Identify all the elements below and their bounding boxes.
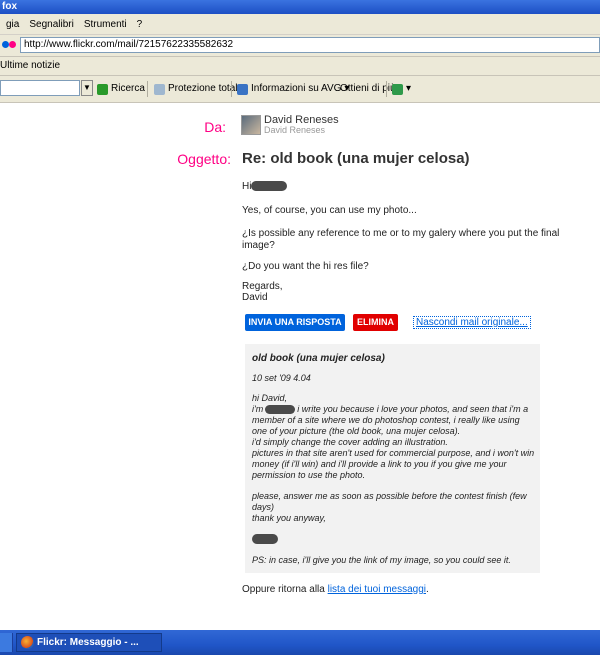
original-line-1: i'm i write you because i love your photo… (252, 404, 528, 415)
chevron-down-icon: ▾ (406, 83, 412, 94)
message-list-link[interactable]: lista dei tuoi messaggi (328, 584, 426, 595)
total-protection-button[interactable]: Protezione totale (154, 81, 243, 97)
original-signature (252, 533, 278, 544)
original-line-4: i'd simply change the cover adding an il… (252, 437, 448, 447)
original-line-7: permission to use the photo. (252, 470, 366, 480)
toolbar-search-input[interactable] (0, 80, 80, 96)
get-more-button[interactable]: Ottieni di più (340, 81, 396, 97)
toolbar-divider (147, 81, 148, 97)
menu-item-tools[interactable]: Strumenti (84, 19, 127, 30)
globe-icon (237, 83, 248, 95)
original-line-10: thank you anyway, (252, 513, 326, 523)
original-title: old book (una mujer celosa) (252, 353, 385, 364)
original-im: i'm (252, 404, 264, 414)
firefox-icon (21, 636, 34, 649)
shield-icon (154, 83, 165, 95)
greeting-text: Hi (242, 181, 252, 192)
menu-bar: gia Segnalibri Strumenti ? (0, 14, 600, 35)
get-more-label: Ottieni di più (340, 83, 396, 94)
avg-extra-button[interactable]: ▾ (392, 81, 411, 97)
original-line-6: money (if i'll win) and i'll provide a l… (252, 459, 507, 469)
taskbar-item-label: Flickr: Messaggio - ... (37, 637, 139, 648)
return-line: Oppure ritorna alla lista dei tuoi messa… (242, 584, 429, 595)
return-suffix: . (426, 584, 429, 595)
address-bar: http://www.flickr.com/mail/7215762233558… (0, 35, 600, 57)
window-title: fox (2, 1, 17, 12)
search-button[interactable]: Ricerca (97, 81, 145, 97)
avg-logo-icon (392, 83, 403, 95)
flickr-favicon-icon (2, 41, 16, 49)
original-l1: i write you because i love your photos, … (297, 404, 529, 414)
original-hi: hi David, (252, 393, 288, 403)
hide-original-link[interactable]: Nascondi mail originale... (413, 316, 531, 329)
subject-text: Re: old book (una mujer celosa) (242, 150, 470, 167)
search-button-label: Ricerca (111, 83, 145, 94)
reply-line-2a: ¿Is possible any reference to me or to m… (242, 228, 560, 239)
redacted-signature (252, 533, 278, 544)
avg-toolbar: ▼ Ricerca Protezione totale Informazioni… (0, 76, 600, 103)
sender-subname: David Reneses (264, 125, 326, 135)
reply-line-2b: image? (242, 240, 275, 251)
arrow-right-icon (97, 83, 108, 95)
greeting-line: Hi (242, 181, 288, 193)
original-line-2: member of a site where we do photoshop c… (252, 415, 520, 425)
original-line-8: please, answer me as soon as possible be… (252, 491, 527, 501)
redacted-name (265, 405, 296, 415)
original-line-3: one of your picture (the old book, una m… (252, 426, 461, 436)
reply-line-1: Yes, of course, you can use my photo... (242, 205, 417, 216)
avg-info-button[interactable]: Informazioni su AVG ▾ (237, 81, 349, 97)
subject-label: Oggetto: (177, 151, 231, 167)
url-input[interactable]: http://www.flickr.com/mail/7215762233558… (20, 37, 600, 53)
avatar[interactable] (241, 115, 261, 135)
taskbar-item-flickr[interactable]: Flickr: Messaggio - ... (16, 633, 162, 652)
avg-info-label: Informazioni su AVG (251, 83, 342, 94)
original-message-panel: old book (una mujer celosa) 10 set '09 4… (245, 344, 540, 573)
window-titlebar: fox (0, 0, 600, 14)
reply-signature: David (242, 292, 268, 303)
original-line-5: pictures in that site aren't used for co… (252, 448, 535, 458)
menu-item-help[interactable]: ? (137, 19, 143, 30)
return-prefix: Oppure ritorna alla (242, 584, 325, 595)
bookmarks-toolbar: Ultime notizie (0, 57, 600, 76)
from-label: Da: (204, 119, 226, 135)
reply-button[interactable]: INVIA UNA RISPOSTA (245, 314, 345, 331)
taskbar: Flickr: Messaggio - ... (0, 630, 600, 655)
redacted-name (251, 181, 288, 192)
chevron-down-icon[interactable]: ▼ (81, 80, 93, 96)
toolbar-divider (386, 81, 387, 97)
taskbar-left-button[interactable] (0, 633, 13, 652)
original-date: 10 set '09 4.04 (252, 373, 311, 383)
toolbar-divider (231, 81, 232, 97)
original-ps: PS: in case, i'll give you the link of m… (252, 555, 511, 565)
bookmark-news[interactable]: Ultime notizie (0, 60, 60, 71)
reply-line-3: ¿Do you want the hi res file? (242, 261, 369, 272)
menu-item-bookmarks[interactable]: Segnalibri (29, 19, 73, 30)
delete-button[interactable]: ELIMINA (353, 314, 398, 331)
menu-item-history[interactable]: gia (6, 19, 19, 30)
original-line-9: days) (252, 502, 275, 512)
